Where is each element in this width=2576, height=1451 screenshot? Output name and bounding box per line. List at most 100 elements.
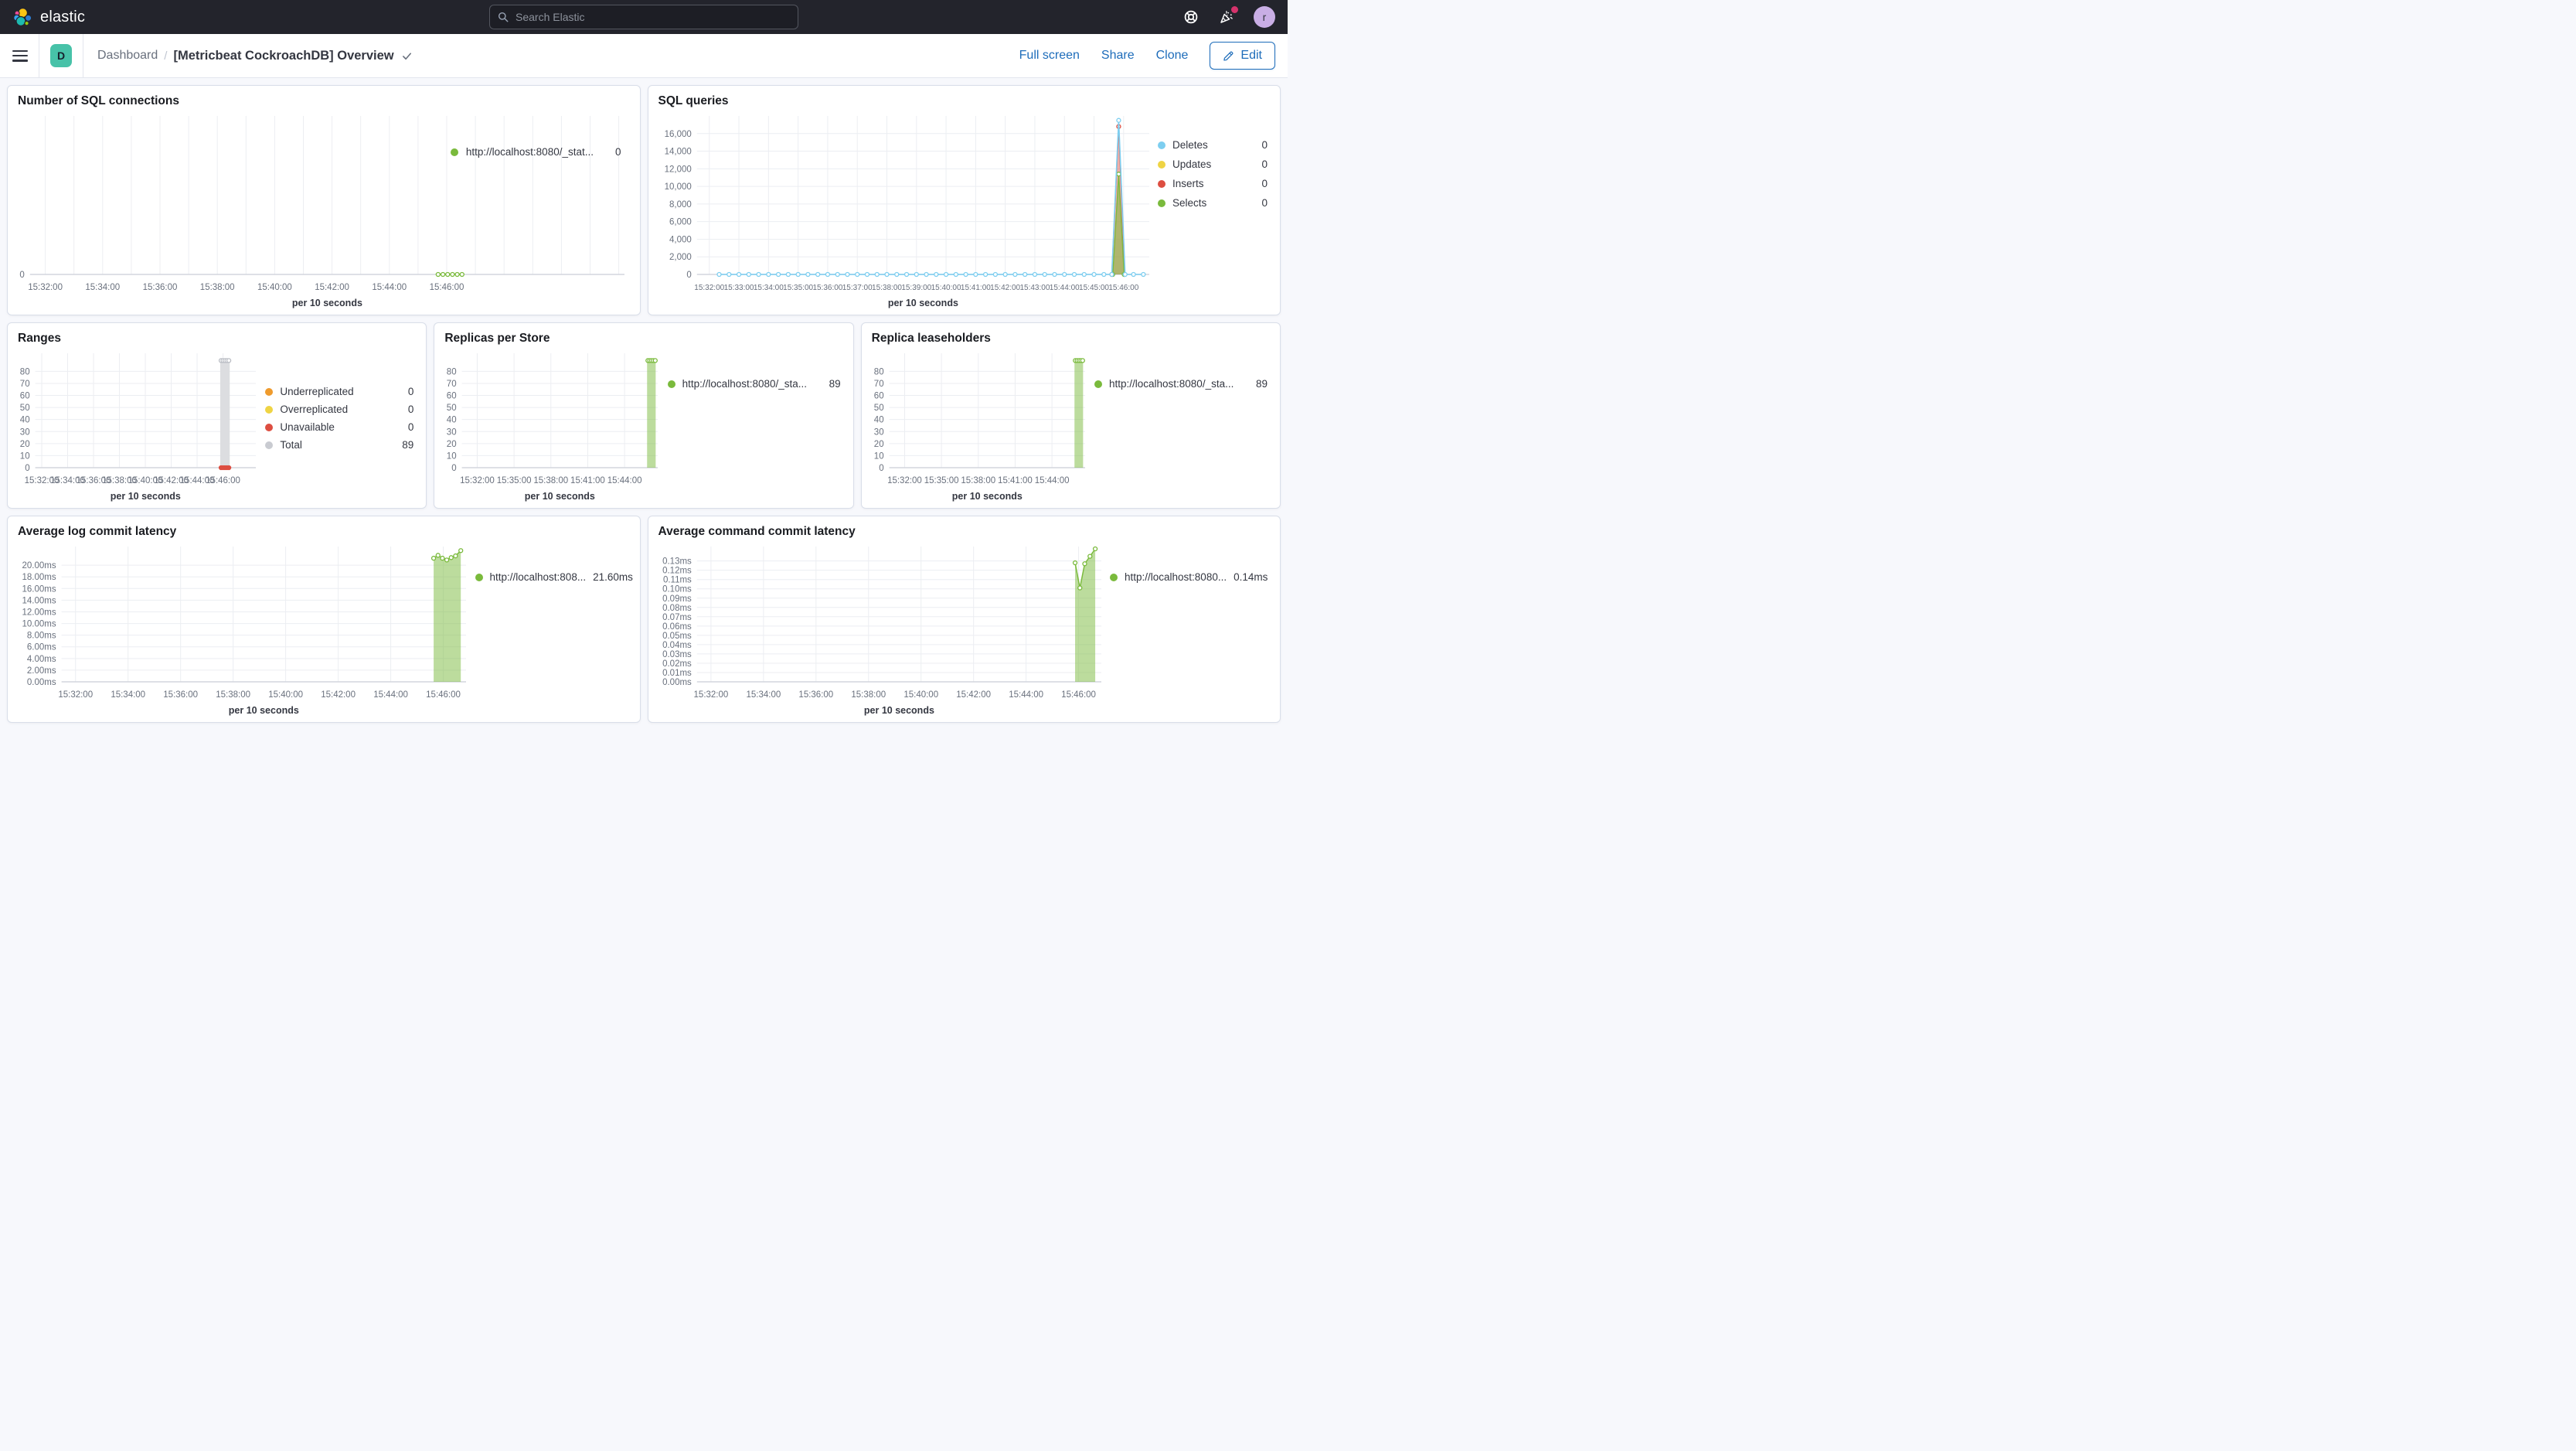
- svg-text:2,000: 2,000: [669, 253, 692, 262]
- elastic-logo[interactable]: elastic: [12, 7, 85, 28]
- legend-value: 0.14ms: [1234, 571, 1268, 583]
- help-lifering-icon[interactable]: [1183, 9, 1200, 26]
- svg-text:0.00ms: 0.00ms: [27, 678, 56, 687]
- clone-button[interactable]: Clone: [1156, 49, 1189, 63]
- legend-value: 0: [407, 421, 414, 433]
- panel-title[interactable]: Average command commit latency: [648, 516, 1281, 539]
- legend-label: Inserts: [1172, 178, 1204, 189]
- legend-item[interactable]: http://localhost:8080/_sta... 89: [1094, 378, 1268, 390]
- svg-text:15:44:00: 15:44:00: [373, 690, 408, 700]
- svg-text:4,000: 4,000: [669, 235, 692, 244]
- panel-title[interactable]: Number of SQL connections: [8, 86, 640, 108]
- legend-label: Selects: [1172, 197, 1207, 209]
- svg-text:15:44:00: 15:44:00: [1034, 476, 1069, 485]
- notification-dot: [1231, 6, 1238, 13]
- chart-sql-queries[interactable]: 0 2,000 4,000 6,000 8,000 10,000 12,000 14,000 1…: [653, 108, 1159, 312]
- svg-text:0.11ms: 0.11ms: [662, 576, 691, 585]
- space-badge[interactable]: D: [50, 44, 72, 67]
- legend-item[interactable]: Unavailable 0: [265, 421, 413, 433]
- global-search[interactable]: [489, 5, 798, 29]
- svg-text:80: 80: [20, 367, 30, 376]
- svg-text:15:38:00: 15:38:00: [200, 283, 235, 292]
- chart-replicas-per-store[interactable]: 0 10 20 30 40 50 60 70 80 15:32:00 15:35:00 15:38:0…: [439, 346, 667, 505]
- svg-text:6,000: 6,000: [669, 218, 692, 227]
- chart-ranges[interactable]: 0 10 20 30 40 50 60 70 80 15:32:00 15:34:00 15:36:0…: [12, 346, 265, 505]
- svg-text:60: 60: [20, 392, 30, 401]
- svg-text:15:34:00: 15:34:00: [753, 284, 783, 292]
- chart-legend: http://localhost:8080... 0.14ms: [1110, 539, 1274, 719]
- logo-text: elastic: [40, 8, 86, 26]
- chart-legend: Underreplicated 0 Overreplicated 0 Unavailab…: [265, 346, 420, 505]
- svg-text:0.06ms: 0.06ms: [662, 622, 692, 632]
- breadcrumb-bar: D Dashboard / [Metricbeat CockroachDB] O…: [0, 34, 1288, 78]
- svg-text:per 10 seconds: per 10 seconds: [292, 298, 362, 308]
- legend-item[interactable]: Deletes 0: [1158, 139, 1268, 151]
- legend-item[interactable]: Inserts 0: [1158, 178, 1268, 189]
- legend-item[interactable]: Total 89: [265, 439, 413, 451]
- svg-text:80: 80: [447, 367, 457, 376]
- legend-item[interactable]: Selects 0: [1158, 197, 1268, 209]
- legend-dot: [1158, 160, 1165, 169]
- chart-replica-leaseholders[interactable]: 0 10 20 30 40 50 60 70 80 15:32:00 15:35:00 15:38:0…: [866, 346, 1094, 505]
- svg-text:10.00ms: 10.00ms: [22, 620, 56, 629]
- legend-item[interactable]: Updates 0: [1158, 158, 1268, 170]
- panel-avg-command-commit-latency: Average command commit latency 0.00ms 0.0…: [647, 516, 1281, 723]
- share-button[interactable]: Share: [1101, 49, 1135, 63]
- panel-title[interactable]: SQL queries: [648, 86, 1281, 108]
- breadcrumb-separator: /: [164, 49, 168, 63]
- svg-text:per 10 seconds: per 10 seconds: [863, 705, 934, 716]
- newsfeed-party-popper-icon[interactable]: [1218, 6, 1238, 26]
- svg-text:50: 50: [873, 404, 883, 413]
- legend-item[interactable]: http://localhost:8080... 0.14ms: [1110, 571, 1268, 583]
- svg-text:15:37:00: 15:37:00: [842, 284, 872, 292]
- legend-dot: [265, 387, 274, 396]
- menu-hamburger-icon[interactable]: [12, 49, 28, 62]
- chart-avg-command-commit-latency[interactable]: 0.00ms 0.01ms 0.02ms 0.03ms 0.04ms 0.05ms 0.06…: [653, 539, 1111, 719]
- legend-value: 89: [402, 439, 414, 451]
- legend-dot: [667, 380, 675, 388]
- panel-title[interactable]: Replicas per Store: [434, 323, 852, 346]
- legend-item[interactable]: http://localhost:8080/_sta... 89: [667, 378, 841, 390]
- chart-avg-log-commit-latency[interactable]: 0.00ms 2.00ms 4.00ms 6.00ms 8.00ms 10.00ms 12.…: [12, 539, 475, 719]
- svg-text:15:32:00: 15:32:00: [694, 284, 724, 292]
- legend-item[interactable]: Underreplicated 0: [265, 386, 413, 397]
- legend-label: Unavailable: [280, 421, 335, 433]
- svg-text:50: 50: [20, 404, 30, 413]
- svg-text:0: 0: [879, 464, 883, 473]
- svg-text:15:38:00: 15:38:00: [851, 690, 886, 700]
- legend-item[interactable]: http://localhost:8080/_stat... 0: [450, 146, 621, 158]
- svg-text:15:42:00: 15:42:00: [315, 283, 349, 292]
- svg-text:15:32:00: 15:32:00: [460, 476, 495, 485]
- svg-text:2.00ms: 2.00ms: [27, 666, 56, 676]
- svg-text:0: 0: [686, 271, 691, 280]
- user-avatar[interactable]: r: [1254, 6, 1275, 28]
- panel-title[interactable]: Replica leaseholders: [862, 323, 1280, 346]
- svg-text:15:41:00: 15:41:00: [570, 476, 605, 485]
- legend-value: 89: [1255, 378, 1268, 390]
- dashboard-title[interactable]: [Metricbeat CockroachDB] Overview: [173, 49, 412, 63]
- svg-text:15:44:00: 15:44:00: [1049, 284, 1079, 292]
- legend-dot: [1158, 141, 1165, 149]
- legend-value: 0: [407, 404, 414, 415]
- svg-text:15:40:00: 15:40:00: [903, 690, 938, 700]
- legend-item[interactable]: http://localhost:808... 21.60ms: [475, 571, 633, 583]
- svg-text:15:40:00: 15:40:00: [931, 284, 961, 292]
- svg-text:15:39:00: 15:39:00: [901, 284, 931, 292]
- panel-title[interactable]: Average log commit latency: [8, 516, 640, 539]
- edit-button[interactable]: Edit: [1210, 42, 1275, 70]
- legend-item[interactable]: Overreplicated 0: [265, 404, 413, 415]
- svg-text:10: 10: [873, 451, 883, 461]
- panel-title[interactable]: Ranges: [8, 323, 426, 346]
- search-input[interactable]: [516, 11, 790, 23]
- full-screen-button[interactable]: Full screen: [1019, 49, 1080, 63]
- svg-text:0.09ms: 0.09ms: [662, 594, 692, 604]
- chart-legend: http://localhost:808... 21.60ms: [475, 539, 634, 719]
- svg-text:per 10 seconds: per 10 seconds: [229, 705, 299, 716]
- svg-text:15:43:00: 15:43:00: [1019, 284, 1050, 292]
- svg-text:15:36:00: 15:36:00: [812, 284, 842, 292]
- svg-text:0.04ms: 0.04ms: [662, 641, 692, 650]
- svg-text:15:34:00: 15:34:00: [746, 690, 781, 700]
- svg-text:8,000: 8,000: [669, 200, 692, 209]
- breadcrumb-dashboard[interactable]: Dashboard: [97, 49, 158, 63]
- svg-text:0.01ms: 0.01ms: [662, 669, 692, 678]
